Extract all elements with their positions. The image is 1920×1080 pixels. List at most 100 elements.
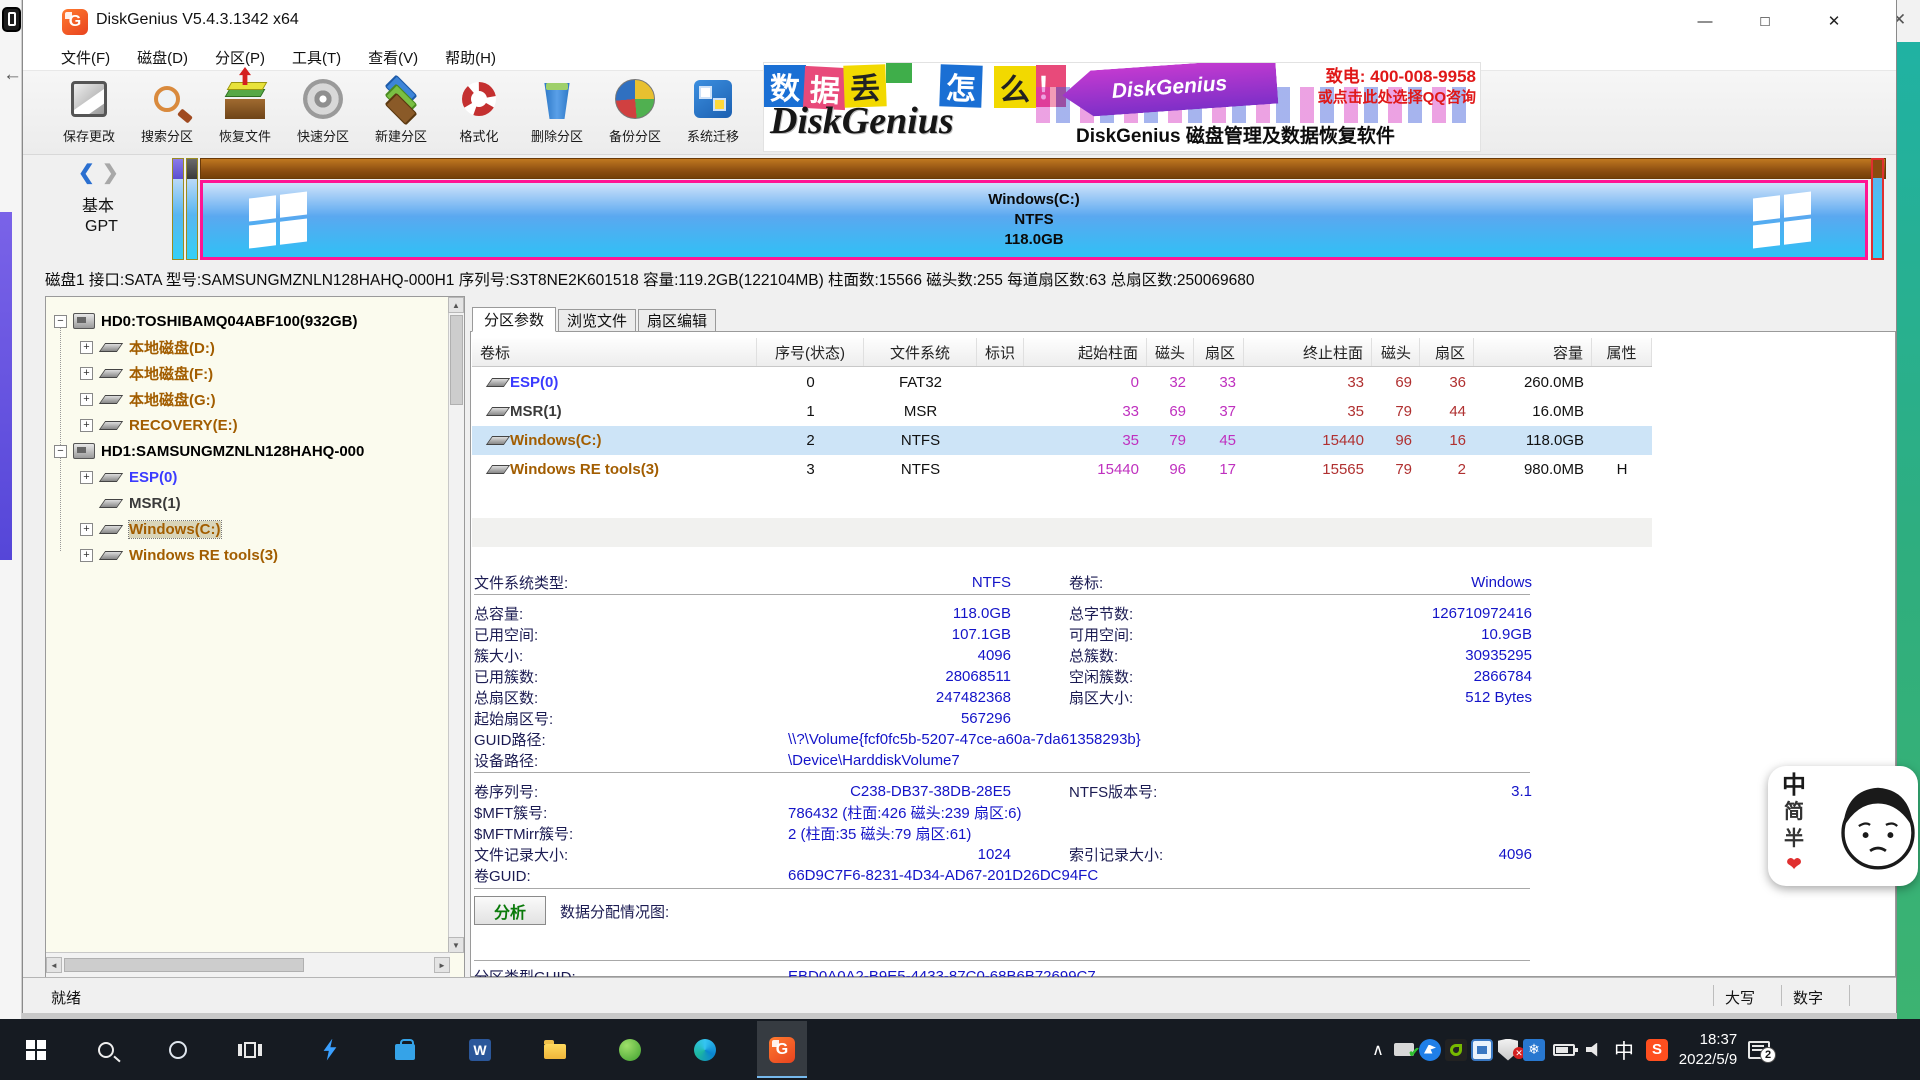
ime-indicator[interactable]: 中 bbox=[1607, 1035, 1641, 1064]
cortana-button[interactable] bbox=[152, 1019, 204, 1080]
partition-bar-windows-c[interactable]: Windows(C:) NTFS 118.0GB bbox=[200, 180, 1868, 260]
minimize-button[interactable]: — bbox=[1683, 6, 1727, 36]
tree-horizontal-scrollbar[interactable]: ◄ ► bbox=[46, 952, 450, 977]
table-row-windows-c-selected[interactable]: Windows(C:) 2 NTFS 35 79 45 15440 96 16 … bbox=[472, 426, 1652, 455]
diskgenius-taskbar-button[interactable]: G bbox=[756, 1019, 808, 1080]
col-end-cylinder[interactable]: 终止柱面 bbox=[1244, 338, 1372, 366]
nvidia-tray-icon[interactable] bbox=[1443, 1039, 1469, 1061]
menu-help[interactable]: 帮助(H) bbox=[445, 47, 496, 68]
table-row-esp[interactable]: ESP(0) 0 FAT32 0 32 33 33 69 36 260.0MB bbox=[472, 368, 1652, 397]
system-migrate-button[interactable]: 系统迁移 bbox=[674, 73, 752, 153]
col-attributes[interactable]: 属性 bbox=[1592, 338, 1652, 366]
tab-browse-files[interactable]: 浏览文件 bbox=[558, 309, 636, 332]
scroll-up-icon[interactable]: ▲ bbox=[448, 297, 464, 313]
save-changes-button[interactable]: 保存更改 bbox=[50, 73, 128, 153]
printer-tray-icon[interactable]: ✔ bbox=[1391, 1043, 1417, 1056]
tree-item-hd1[interactable]: − HD1:SAMSUNGMZNLN128HAHQ-000 bbox=[54, 439, 364, 463]
menu-disk[interactable]: 磁盘(D) bbox=[137, 47, 188, 68]
back-arrow-icon[interactable]: ← bbox=[3, 64, 22, 86]
scroll-thumb[interactable] bbox=[450, 315, 463, 405]
partition-bar-re-tools[interactable] bbox=[1871, 158, 1884, 260]
tree-item-local-f[interactable]: + 本地磁盘(F:) bbox=[80, 361, 213, 385]
clock[interactable]: 18:372022/5/9 bbox=[1673, 1030, 1743, 1070]
tab-partition-params[interactable]: 分区参数 bbox=[472, 307, 556, 332]
word-button[interactable]: W bbox=[454, 1019, 506, 1080]
ad-banner[interactable]: 数 据 丢 怎 么 ！ DiskGenius DiskGenius 致电: 40… bbox=[763, 62, 1481, 152]
col-start-head[interactable]: 磁头 bbox=[1147, 338, 1194, 366]
col-index-status[interactable]: 序号(状态) bbox=[757, 338, 864, 366]
search-partition-button[interactable]: 搜索分区 bbox=[128, 73, 206, 153]
expand-icon[interactable]: + bbox=[80, 393, 93, 406]
menu-partition[interactable]: 分区(P) bbox=[215, 47, 265, 68]
bird-app-tray-icon[interactable] bbox=[1417, 1039, 1443, 1061]
volume-icon[interactable] bbox=[1581, 1043, 1607, 1057]
expand-icon[interactable]: + bbox=[80, 523, 93, 536]
col-end-head[interactable]: 磁头 bbox=[1372, 338, 1420, 366]
new-partition-button[interactable]: 新建分区 bbox=[362, 73, 440, 153]
file-explorer-button[interactable] bbox=[529, 1019, 581, 1080]
expand-icon[interactable]: + bbox=[80, 419, 93, 432]
ime-mode-halfwidth[interactable]: 半 bbox=[1784, 826, 1804, 853]
start-button[interactable] bbox=[10, 1019, 62, 1080]
table-header[interactable]: 卷标 序号(状态) 文件系统 标识 起始柱面 磁头 扇区 终止柱面 磁头 扇区 … bbox=[472, 338, 1652, 367]
tree-item-recovery-e[interactable]: + RECOVERY(E:) bbox=[80, 413, 238, 437]
col-end-sector[interactable]: 扇区 bbox=[1420, 338, 1474, 366]
tree-item-windows-c[interactable]: + Windows(C:) bbox=[80, 517, 221, 541]
browser-button[interactable] bbox=[604, 1019, 656, 1080]
intel-graphics-tray-icon[interactable] bbox=[1469, 1039, 1495, 1061]
tree-item-esp[interactable]: + ESP(0) bbox=[80, 465, 177, 489]
battery-icon[interactable] bbox=[1547, 1044, 1581, 1056]
format-button[interactable]: 格式化 bbox=[440, 73, 518, 153]
ad-qq-link[interactable]: 或点击此处选择QQ咨询 bbox=[1318, 87, 1476, 108]
background-app-icon[interactable] bbox=[2, 7, 21, 32]
ime-mode-simplified[interactable]: 简 bbox=[1784, 799, 1804, 826]
taskbar-search-button[interactable] bbox=[80, 1019, 132, 1080]
col-start-sector[interactable]: 扇区 bbox=[1194, 338, 1244, 366]
sogou-ime-widget[interactable]: 中 简 半 ❤ bbox=[1768, 766, 1918, 886]
maximize-button[interactable]: □ bbox=[1743, 6, 1787, 36]
tree-item-local-g[interactable]: + 本地磁盘(G:) bbox=[80, 387, 216, 411]
analyze-button[interactable]: 分析 bbox=[474, 896, 546, 925]
sogou-tray-icon[interactable]: S bbox=[1641, 1039, 1673, 1061]
close-button[interactable]: ✕ bbox=[1812, 6, 1856, 36]
expand-icon[interactable]: + bbox=[80, 367, 93, 380]
menu-file[interactable]: 文件(F) bbox=[61, 47, 110, 68]
delete-partition-button[interactable]: 删除分区 bbox=[518, 73, 596, 153]
scroll-down-icon[interactable]: ▼ bbox=[448, 937, 464, 953]
menu-view[interactable]: 查看(V) bbox=[368, 47, 418, 68]
col-start-cylinder[interactable]: 起始柱面 bbox=[1024, 338, 1147, 366]
snowflake-tray-icon[interactable]: ❄ bbox=[1521, 1039, 1547, 1061]
col-volume-label[interactable]: 卷标 bbox=[472, 338, 757, 366]
action-center-button[interactable]: 2 bbox=[1743, 1041, 1775, 1059]
col-capacity[interactable]: 容量 bbox=[1474, 338, 1592, 366]
table-row-windows-re-tools[interactable]: Windows RE tools(3) 3 NTFS 15440 96 17 1… bbox=[472, 455, 1652, 484]
tree-vertical-scrollbar[interactable]: ▲ ▼ bbox=[448, 297, 464, 953]
heart-icon[interactable]: ❤ bbox=[1786, 853, 1801, 875]
col-flag[interactable]: 标识 bbox=[977, 338, 1024, 366]
prev-disk-icon[interactable]: ❮ bbox=[78, 160, 95, 185]
expand-icon[interactable]: + bbox=[80, 471, 93, 484]
expand-icon[interactable]: + bbox=[80, 549, 93, 562]
partition-bar-msr[interactable] bbox=[186, 158, 198, 260]
quick-partition-button[interactable]: 快速分区 bbox=[284, 73, 362, 153]
menu-tools[interactable]: 工具(T) bbox=[292, 47, 341, 68]
tray-chevron-icon[interactable]: ∧ bbox=[1365, 1040, 1391, 1060]
tree-item-windows-re-tools[interactable]: + Windows RE tools(3) bbox=[80, 543, 278, 567]
tab-sector-edit[interactable]: 扇区编辑 bbox=[638, 309, 716, 332]
recover-files-button[interactable]: 恢复文件 bbox=[206, 73, 284, 153]
col-filesystem[interactable]: 文件系统 bbox=[864, 338, 977, 366]
scroll-right-icon[interactable]: ► bbox=[434, 957, 450, 973]
security-shield-tray-icon[interactable]: ✕ bbox=[1495, 1039, 1521, 1061]
scroll-left-icon[interactable]: ◄ bbox=[46, 957, 62, 973]
pinned-app-button[interactable] bbox=[304, 1019, 356, 1080]
tree-item-hd0[interactable]: − HD0:TOSHIBAMQ04ABF100(932GB) bbox=[54, 309, 357, 333]
next-disk-icon[interactable]: ❯ bbox=[102, 160, 119, 185]
ime-mode-chinese[interactable]: 中 bbox=[1782, 772, 1806, 799]
microsoft-store-button[interactable] bbox=[379, 1019, 431, 1080]
table-row-msr[interactable]: MSR(1) 1 MSR 33 69 37 35 79 44 16.0MB bbox=[472, 397, 1652, 426]
scroll-thumb[interactable] bbox=[64, 958, 304, 972]
task-view-button[interactable] bbox=[224, 1019, 276, 1080]
backup-partition-button[interactable]: 备份分区 bbox=[596, 73, 674, 153]
expand-icon[interactable]: + bbox=[80, 341, 93, 354]
partition-bar-esp[interactable] bbox=[172, 158, 184, 260]
